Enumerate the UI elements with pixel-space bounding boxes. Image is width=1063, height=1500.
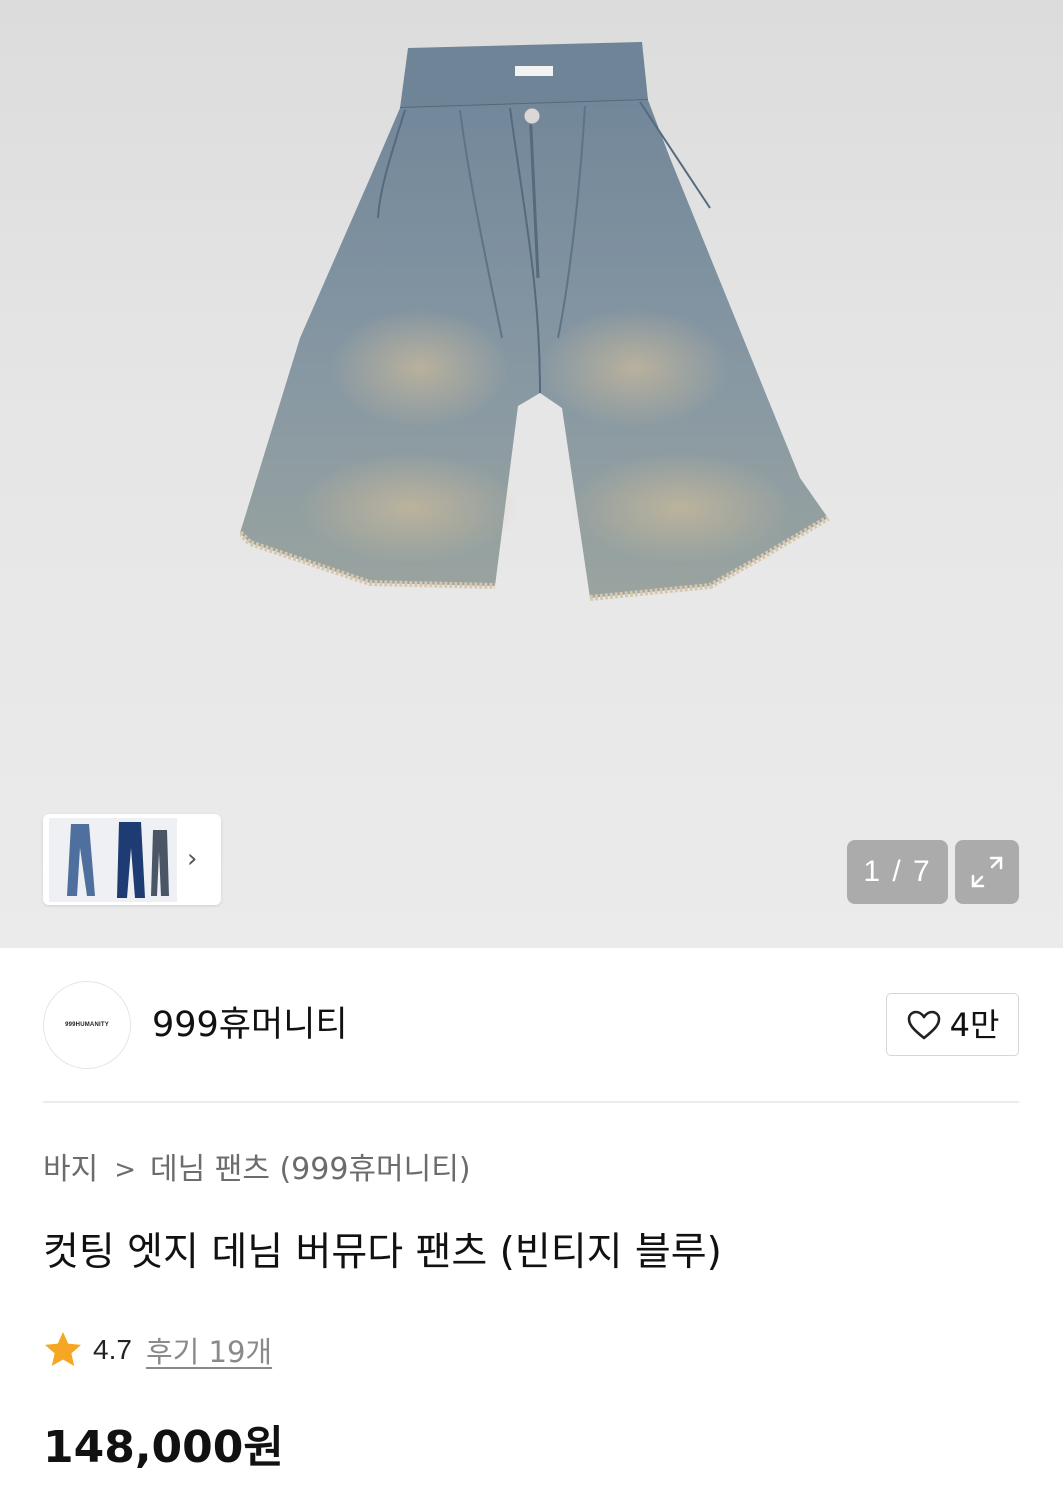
like-button[interactable]: 4만: [886, 993, 1019, 1056]
breadcrumb-category[interactable]: 바지: [43, 1150, 98, 1190]
expand-arrows-icon: [971, 856, 1003, 888]
breadcrumb-subcategory[interactable]: 데님 팬츠 (999휴머니티): [150, 1150, 471, 1190]
variant-thumbnail-strip[interactable]: ›: [43, 814, 221, 905]
brand-logo[interactable]: 999HUMANITY: [43, 981, 131, 1069]
chevron-right-icon[interactable]: ›: [187, 846, 197, 872]
image-counter: 1 / 7: [847, 840, 948, 904]
review-count-link[interactable]: 후기 19개: [146, 1329, 272, 1371]
star-icon: [45, 1332, 81, 1366]
like-count: 4만: [949, 1005, 1000, 1044]
rating-value: 4.7: [93, 1334, 132, 1365]
breadcrumb: 바지 > 데님 팬츠 (999휴머니티): [43, 1150, 471, 1190]
brand-name[interactable]: 999휴머니티: [152, 1003, 348, 1047]
color-variant-thumbnails: [49, 818, 177, 902]
rating-row: 4.7 후기 19개: [43, 1328, 272, 1372]
brand-logo-text: 999HUMANITY: [65, 1022, 109, 1028]
product-detail-page: › 1 / 7 999HUMANITY 999휴머니티 4만 바지 > 데님 팬…: [0, 0, 1063, 1500]
product-image-gallery[interactable]: › 1 / 7: [0, 0, 1063, 948]
chevron-right-icon: >: [114, 1155, 136, 1185]
product-price: 148,000원: [43, 1422, 284, 1473]
expand-button[interactable]: [955, 840, 1019, 904]
heart-icon: [907, 1010, 940, 1039]
product-photo: [240, 42, 830, 601]
product-title: 컷팅 엣지 데님 버뮤다 팬츠 (빈티지 블루): [43, 1230, 722, 1275]
divider: [43, 1101, 1019, 1103]
